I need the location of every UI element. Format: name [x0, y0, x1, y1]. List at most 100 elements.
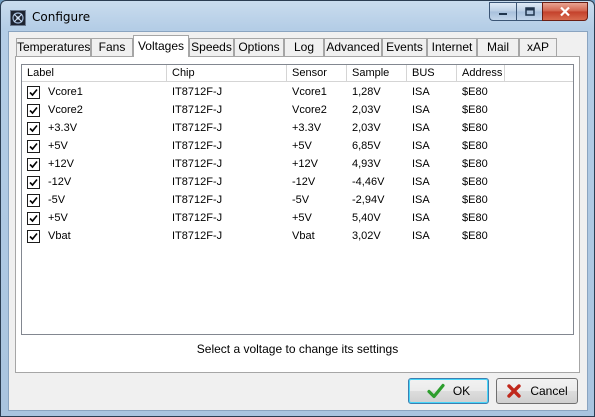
cancel-button[interactable]: Cancel: [496, 378, 578, 404]
row-label: +12V: [48, 158, 74, 170]
row-label: +5V: [48, 140, 68, 152]
row-label: Vcore1: [48, 86, 83, 98]
column-header-sample[interactable]: Sample: [347, 65, 407, 82]
checkmark-icon: [427, 383, 445, 399]
cell-address: $E80: [462, 194, 488, 206]
cell-address: $E80: [462, 158, 488, 170]
table-row[interactable]: +12V IT8712F-J +12V 4,93V ISA $E80: [22, 155, 573, 173]
tab-internet[interactable]: Internet: [427, 38, 477, 56]
app-icon[interactable]: [10, 10, 26, 26]
cell-sample: 2,03V: [352, 122, 381, 134]
header-filler: [505, 65, 573, 82]
column-header-label[interactable]: Label: [22, 65, 167, 82]
column-header-chip[interactable]: Chip: [167, 65, 287, 82]
list-header: Label Chip Sensor Sample BUS Address: [22, 65, 573, 82]
table-row[interactable]: +5V IT8712F-J +5V 5,40V ISA $E80: [22, 209, 573, 227]
maximize-button[interactable]: [516, 2, 542, 21]
cell-label: Vcore2: [22, 101, 167, 119]
cell-chip: IT8712F-J: [172, 86, 223, 98]
cell-label: -5V: [22, 191, 167, 209]
ok-label: OK: [452, 384, 471, 398]
table-row[interactable]: +5V IT8712F-J +5V 6,85V ISA $E80: [22, 137, 573, 155]
table-row[interactable]: +3.3V IT8712F-J +3.3V 2,03V ISA $E80: [22, 119, 573, 137]
cell-chip: IT8712F-J: [172, 140, 223, 152]
cell-chip: IT8712F-J: [172, 122, 223, 134]
cell-label: Vcore1: [22, 83, 167, 101]
tab-fans[interactable]: Fans: [91, 38, 133, 56]
tab-xap[interactable]: xAP: [519, 38, 557, 56]
ok-button[interactable]: OK: [408, 378, 489, 404]
cell-chip: IT8712F-J: [172, 230, 223, 242]
row-checkbox[interactable]: [27, 211, 40, 225]
cell-sample: 4,93V: [352, 158, 381, 170]
title-bar[interactable]: Configure: [1, 1, 594, 31]
cell-sample: 6,85V: [352, 140, 381, 152]
cell-address: $E80: [462, 140, 488, 152]
cell-sensor: +12V: [292, 158, 318, 170]
cell-address: $E80: [462, 176, 488, 188]
cell-sensor: Vbat: [292, 230, 315, 242]
column-header-bus[interactable]: BUS: [407, 65, 457, 82]
close-button[interactable]: [542, 2, 588, 21]
cell-chip: IT8712F-J: [172, 158, 223, 170]
checkmark-icon: [29, 178, 38, 186]
cell-label: +3.3V: [22, 119, 167, 137]
cell-label: +12V: [22, 155, 167, 173]
checkmark-icon: [29, 106, 38, 114]
row-label: Vbat: [48, 230, 71, 242]
cell-sample: 2,03V: [352, 104, 381, 116]
cell-sensor: Vcore1: [292, 86, 327, 98]
row-checkbox[interactable]: [27, 121, 40, 135]
tab-speeds[interactable]: Speeds: [189, 38, 234, 56]
tab-voltages[interactable]: Voltages: [133, 35, 189, 57]
cell-bus: ISA: [412, 104, 430, 116]
row-label: -12V: [48, 176, 72, 188]
cell-bus: ISA: [412, 230, 430, 242]
checkmark-icon: [29, 88, 38, 96]
minimize-button[interactable]: [489, 2, 516, 21]
tab-log[interactable]: Log: [284, 38, 324, 56]
row-checkbox[interactable]: [27, 229, 40, 243]
tab-options[interactable]: Options: [234, 38, 284, 56]
close-icon: [560, 6, 570, 17]
row-label: -5V: [48, 194, 66, 206]
checkmark-icon: [29, 196, 38, 204]
tab-events[interactable]: Events: [382, 38, 427, 56]
cell-chip: IT8712F-J: [172, 104, 223, 116]
cell-sensor: -5V: [292, 194, 310, 206]
table-row[interactable]: Vcore2 IT8712F-J Vcore2 2,03V ISA $E80: [22, 101, 573, 119]
row-label: Vcore2: [48, 104, 83, 116]
cell-bus: ISA: [412, 158, 430, 170]
cell-chip: IT8712F-J: [172, 212, 223, 224]
tab-temperatures[interactable]: Temperatures: [16, 38, 91, 56]
table-row[interactable]: Vbat IT8712F-J Vbat 3,02V ISA $E80: [22, 227, 573, 245]
tab-mail[interactable]: Mail: [477, 38, 519, 56]
row-checkbox[interactable]: [27, 103, 40, 117]
cell-bus: ISA: [412, 194, 430, 206]
row-checkbox[interactable]: [27, 85, 40, 99]
cell-sensor: -12V: [292, 176, 316, 188]
cell-chip: IT8712F-J: [172, 176, 223, 188]
row-checkbox[interactable]: [27, 193, 40, 207]
column-header-sensor[interactable]: Sensor: [287, 65, 347, 82]
table-row[interactable]: -5V IT8712F-J -5V -2,94V ISA $E80: [22, 191, 573, 209]
tab-advanced[interactable]: Advanced: [324, 38, 382, 56]
hint-text: Select a voltage to change its settings: [196, 342, 399, 356]
table-row[interactable]: -12V IT8712F-J -12V -4,46V ISA $E80: [22, 173, 573, 191]
cell-label: +5V: [22, 209, 167, 227]
cell-address: $E80: [462, 86, 488, 98]
row-checkbox[interactable]: [27, 175, 40, 189]
voltages-panel: Label Chip Sensor Sample BUS Address Vco…: [15, 56, 580, 373]
row-checkbox[interactable]: [27, 139, 40, 153]
cell-sensor: +5V: [292, 140, 312, 152]
cell-address: $E80: [462, 122, 488, 134]
caption-buttons: [489, 2, 588, 22]
window-title: Configure: [32, 10, 91, 24]
minimize-icon: [499, 12, 507, 15]
table-row[interactable]: Vcore1 IT8712F-J Vcore1 1,28V ISA $E80: [22, 83, 573, 101]
column-header-address[interactable]: Address: [457, 65, 505, 82]
voltages-list[interactable]: Label Chip Sensor Sample BUS Address Vco…: [21, 64, 574, 335]
cell-sample: 1,28V: [352, 86, 381, 98]
cell-label: Vbat: [22, 227, 167, 245]
row-checkbox[interactable]: [27, 157, 40, 171]
